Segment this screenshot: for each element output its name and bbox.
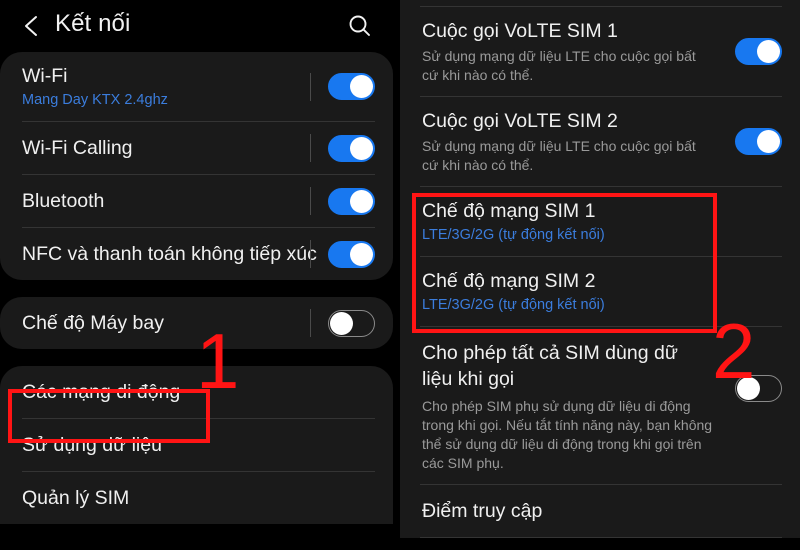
toggle-wrap [296, 309, 375, 337]
search-icon[interactable] [347, 13, 373, 39]
row-title: Chế độ mạng SIM 1 [422, 200, 596, 222]
row-texts: Điểm truy cập [422, 487, 782, 535]
page-title: Kết nối [55, 10, 131, 37]
toggle-knob [350, 189, 373, 213]
toggle-knob [350, 136, 373, 160]
row-subtitle: Sử dụng mạng dữ liệu LTE cho cuộc gọi bấ… [422, 48, 696, 83]
vertical-divider [310, 72, 311, 101]
toggle-volte-sim-1[interactable] [735, 38, 782, 65]
toggle-wrap [296, 134, 375, 162]
row-texts: Bluetooth [22, 177, 296, 225]
chevron-left-icon[interactable] [21, 12, 43, 40]
row-subtitle: Sử dụng mạng dữ liệu LTE cho cuộc gọi bấ… [422, 138, 696, 173]
vertical-divider [310, 309, 311, 337]
row-title: Sử dụng dữ liệu [22, 434, 162, 456]
toggle-knob [350, 75, 373, 98]
row-access-point[interactable]: Điểm truy cập [400, 485, 800, 537]
row-title: Chế độ Máy bay [22, 312, 164, 334]
row-texts: NFC và thanh toán không tiếp xúc [22, 230, 317, 278]
row-wifi[interactable]: Wi-Fi Mang Day KTX 2.4ghz [0, 52, 393, 121]
row-texts: Cuộc gọi VoLTE SIM 2 Sử dụng mạng dữ liệ… [422, 97, 721, 186]
row-network-mode-sim-1[interactable]: Chế độ mạng SIM 1 LTE/3G/2G (tự động kết… [400, 187, 800, 256]
app-header: Kết nối [0, 0, 393, 52]
toggle-wrap [296, 187, 375, 215]
row-texts: Chế độ mạng SIM 2 LTE/3G/2G (tự động kết… [422, 257, 782, 326]
row-bluetooth[interactable]: Bluetooth [0, 175, 393, 227]
toggle-nfc[interactable] [328, 240, 375, 268]
toggle-wifi[interactable] [328, 73, 375, 100]
row-divider [420, 537, 782, 538]
row-title: NFC và thanh toán không tiếp xúc [22, 243, 317, 265]
row-volte-sim-2[interactable]: Cuộc gọi VoLTE SIM 2 Sử dụng mạng dữ liệ… [400, 97, 800, 186]
toggle-airplane-mode[interactable] [328, 309, 375, 337]
row-subtitle: LTE/3G/2G (tự động kết nối) [422, 297, 605, 313]
connections-card: Wi-Fi Mang Day KTX 2.4ghz Wi-Fi Calling [0, 52, 393, 280]
toggle-wrap [296, 240, 375, 268]
toggle-knob [757, 40, 780, 63]
row-volte-sim-1[interactable]: Cuộc gọi VoLTE SIM 1 Sử dụng mạng dữ liệ… [400, 7, 800, 96]
row-title: Quản lý SIM [22, 487, 130, 509]
row-title: Các mạng di động [22, 381, 181, 403]
row-wifi-calling[interactable]: Wi-Fi Calling [0, 122, 393, 174]
row-mobile-networks[interactable]: Các mạng di động [0, 366, 393, 418]
row-airplane-mode[interactable]: Chế độ Máy bay [0, 297, 393, 349]
row-title: Cuộc gọi VoLTE SIM 2 [422, 110, 618, 132]
row-title: Bluetooth [22, 190, 105, 212]
toggle-wrap [721, 38, 782, 65]
row-texts: Quản lý SIM [22, 474, 375, 522]
toggle-knob [330, 311, 353, 335]
row-texts: Cuộc gọi VoLTE SIM 1 Sử dụng mạng dữ liệ… [422, 7, 721, 96]
row-sim-manager[interactable]: Quản lý SIM [0, 472, 393, 524]
row-title: Wi-Fi Calling [22, 137, 133, 159]
toggle-knob [757, 130, 780, 153]
toggle-volte-sim-2[interactable] [735, 128, 782, 155]
screenshot-root: Kết nối Wi-Fi Mang Day KTX 2.4ghz Wi-Fi … [0, 0, 800, 550]
networks-card: Các mạng di động Sử dụng dữ liệu Quản lý… [0, 366, 393, 524]
row-texts: Chế độ Máy bay [22, 299, 296, 347]
row-nfc[interactable]: NFC và thanh toán không tiếp xúc [0, 228, 393, 280]
vertical-divider [310, 240, 311, 268]
row-texts: Wi-Fi Calling [22, 124, 296, 172]
row-texts: Cho phép tất cả SIM dùng dữ liệu khi gọi… [422, 327, 721, 484]
mobile-networks-card: Cuộc gọi VoLTE SIM 1 Sử dụng mạng dữ liệ… [400, 0, 800, 538]
vertical-divider [310, 134, 311, 162]
row-subtitle: LTE/3G/2G (tự động kết nối) [422, 227, 605, 243]
row-title: Wi-Fi [22, 65, 68, 87]
toggle-knob [350, 242, 373, 266]
row-allow-all-sim-data[interactable]: Cho phép tất cả SIM dùng dữ liệu khi gọi… [400, 327, 800, 484]
row-subtitle: Mang Day KTX 2.4ghz [22, 92, 168, 108]
row-texts: Các mạng di động [22, 368, 375, 416]
right-screen-panel: Cuộc gọi VoLTE SIM 1 Sử dụng mạng dữ liệ… [400, 0, 800, 550]
left-screen-panel: Kết nối Wi-Fi Mang Day KTX 2.4ghz Wi-Fi … [0, 0, 393, 550]
toggle-wrap [296, 72, 375, 101]
toggle-wrap [721, 128, 782, 155]
airplane-card: Chế độ Máy bay [0, 297, 393, 349]
row-title: Cuộc gọi VoLTE SIM 1 [422, 20, 618, 42]
row-texts: Sử dụng dữ liệu [22, 421, 375, 469]
row-texts: Chế độ mạng SIM 1 LTE/3G/2G (tự động kết… [422, 187, 782, 256]
row-title: Chế độ mạng SIM 2 [422, 270, 596, 292]
row-network-mode-sim-2[interactable]: Chế độ mạng SIM 2 LTE/3G/2G (tự động kết… [400, 257, 800, 326]
card-gap [0, 349, 393, 366]
row-texts: Wi-Fi Mang Day KTX 2.4ghz [22, 52, 296, 121]
toggle-wifi-calling[interactable] [328, 134, 375, 162]
toggle-allow-all-sim-data[interactable] [735, 375, 782, 402]
row-subtitle: Cho phép SIM phụ sử dụng dữ liệu di động… [422, 398, 713, 471]
vertical-divider [310, 187, 311, 215]
row-data-usage[interactable]: Sử dụng dữ liệu [0, 419, 393, 471]
row-title: Điểm truy cập [422, 500, 543, 522]
toggle-knob [737, 377, 760, 400]
toggle-wrap [721, 327, 782, 402]
row-title: Cho phép tất cả SIM dùng dữ liệu khi gọi [422, 342, 678, 390]
toggle-bluetooth[interactable] [328, 187, 375, 215]
card-gap [0, 280, 393, 297]
